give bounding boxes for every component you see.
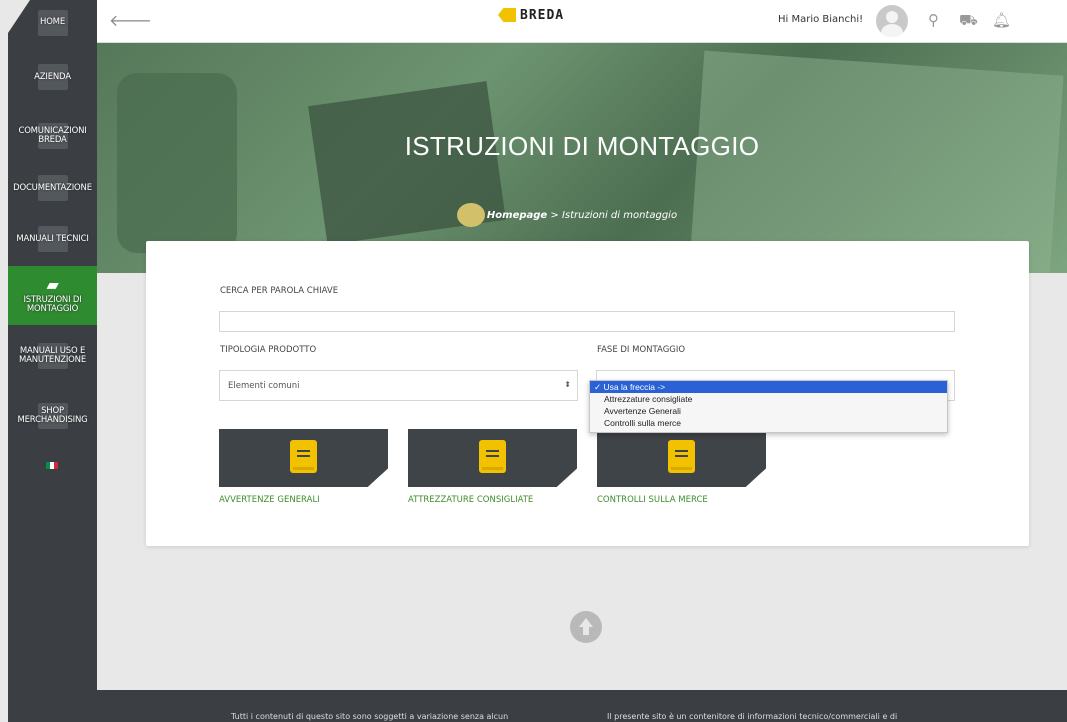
sidebar-item-azienda[interactable]: AZIENDA bbox=[8, 52, 97, 102]
dropdown-option[interactable]: Avvertenze Generali bbox=[590, 405, 947, 417]
sidebar-item-documentazione[interactable]: DOCUMENTAZIONE bbox=[8, 163, 97, 213]
dropdown-option[interactable]: ✓ Usa la freccia -> bbox=[590, 381, 947, 393]
sidebar-item-label: COMUNICAZIONI BREDA bbox=[18, 125, 87, 145]
breadcrumb-separator: > bbox=[547, 210, 562, 221]
sidebar-item-label: DOCUMENTAZIONE bbox=[13, 182, 92, 193]
sidebar-item-label: AZIENDA bbox=[34, 71, 71, 82]
sidebar-item-label: MANUALI USO E MANUTENZIONE bbox=[19, 345, 86, 365]
breda-logo[interactable]: BREDA bbox=[498, 8, 564, 22]
breadcrumb-current: Istruzioni di montaggio bbox=[561, 210, 678, 221]
tipologia-selected-value: Elementi comuni bbox=[228, 380, 300, 391]
sidebar-item-istruzioni-montaggio[interactable]: ▰ ISTRUZIONI DI MONTAGGIO bbox=[8, 266, 97, 325]
doc-label-controlli[interactable]: CONTROLLI SULLA MERCE bbox=[597, 495, 708, 505]
tipologia-label: TIPOLOGIA PRODOTTO bbox=[220, 345, 317, 355]
footer-left-text: Tutti i contenuti di questo sito sono so… bbox=[231, 712, 509, 721]
avatar[interactable] bbox=[876, 5, 908, 37]
user-greeting: Hi Mario Bianchi! bbox=[778, 14, 864, 25]
sidebar-item-label: SHOP MERCHANDISING bbox=[17, 405, 88, 425]
fase-dropdown: ✓ Usa la freccia -> Attrezzature consigl… bbox=[589, 380, 948, 433]
search-input[interactable] bbox=[219, 311, 955, 332]
doc-label-attrezzature[interactable]: ATTREZZATURE CONSIGLIATE bbox=[408, 495, 533, 505]
sidebar-item-label: HOME bbox=[40, 17, 65, 28]
sidebar: HOME AZIENDA COMUNICAZIONI BREDA DOCUMEN… bbox=[8, 0, 97, 722]
footer-right-text: Il presente sito è un contenitore di inf… bbox=[607, 712, 898, 721]
logo-word: BREDA bbox=[520, 7, 565, 23]
book-icon bbox=[290, 440, 317, 473]
top-header: 🡐 BREDA Hi Mario Bianchi! ⚲ ⛟ 🔔︎ bbox=[97, 0, 1067, 43]
sidebar-item-shop[interactable]: SHOP MERCHANDISING bbox=[8, 388, 97, 443]
scroll-to-top-icon[interactable] bbox=[570, 611, 602, 643]
hero-banner: ISTRUZIONI DI MONTAGGIO Homepage > Istru… bbox=[97, 43, 1067, 273]
cart-icon[interactable]: ⛟ bbox=[959, 11, 978, 31]
sidebar-item-manuali-tecnici[interactable]: MANUALI TECNICI bbox=[8, 213, 97, 265]
book-icon bbox=[479, 440, 506, 473]
sidebar-item-comunicazioni[interactable]: COMUNICAZIONI BREDA bbox=[8, 108, 97, 163]
fase-label: FASE DI MONTAGGIO bbox=[597, 345, 686, 355]
doc-label-avvertenze[interactable]: AVVERTENZE GENERALI bbox=[219, 495, 320, 505]
logo-mark-icon bbox=[498, 8, 516, 22]
select-arrows-icon: ⬍ bbox=[564, 380, 571, 389]
arrow-left-icon[interactable]: 🡐 bbox=[109, 10, 152, 30]
search-label: CERCA PER PAROLA CHIAVE bbox=[220, 286, 339, 296]
page-title: ISTRUZIONI DI MONTAGGIO bbox=[404, 131, 760, 161]
breadcrumb-home-link[interactable]: Homepage bbox=[487, 210, 547, 221]
tipologia-select[interactable]: Elementi comuni ⬍ bbox=[219, 370, 578, 401]
doc-tile-controlli[interactable] bbox=[597, 429, 766, 487]
sidebar-item-label: ISTRUZIONI DI MONTAGGIO bbox=[23, 295, 82, 314]
dropdown-option[interactable]: Attrezzature consigliate bbox=[590, 393, 947, 405]
language-flag-icon[interactable] bbox=[46, 462, 58, 469]
breadcrumb: Homepage > Istruzioni di montaggio bbox=[97, 210, 1067, 221]
sidebar-item-label: MANUALI TECNICI bbox=[16, 233, 89, 244]
doc-tile-avvertenze[interactable] bbox=[219, 429, 388, 487]
search-icon[interactable]: ⚲ bbox=[928, 11, 939, 29]
footer: Tutti i contenuti di questo sito sono so… bbox=[97, 690, 1067, 722]
doc-tile-attrezzature[interactable] bbox=[408, 429, 577, 487]
sidebar-item-manuali-uso[interactable]: MANUALI USO E MANUTENZIONE bbox=[8, 328, 97, 383]
folder-open-icon: ▰ bbox=[46, 275, 59, 295]
bell-icon[interactable]: 🔔︎ bbox=[992, 11, 1011, 29]
dropdown-option[interactable]: Controlli sulla merce bbox=[590, 417, 947, 429]
book-icon bbox=[668, 440, 695, 473]
